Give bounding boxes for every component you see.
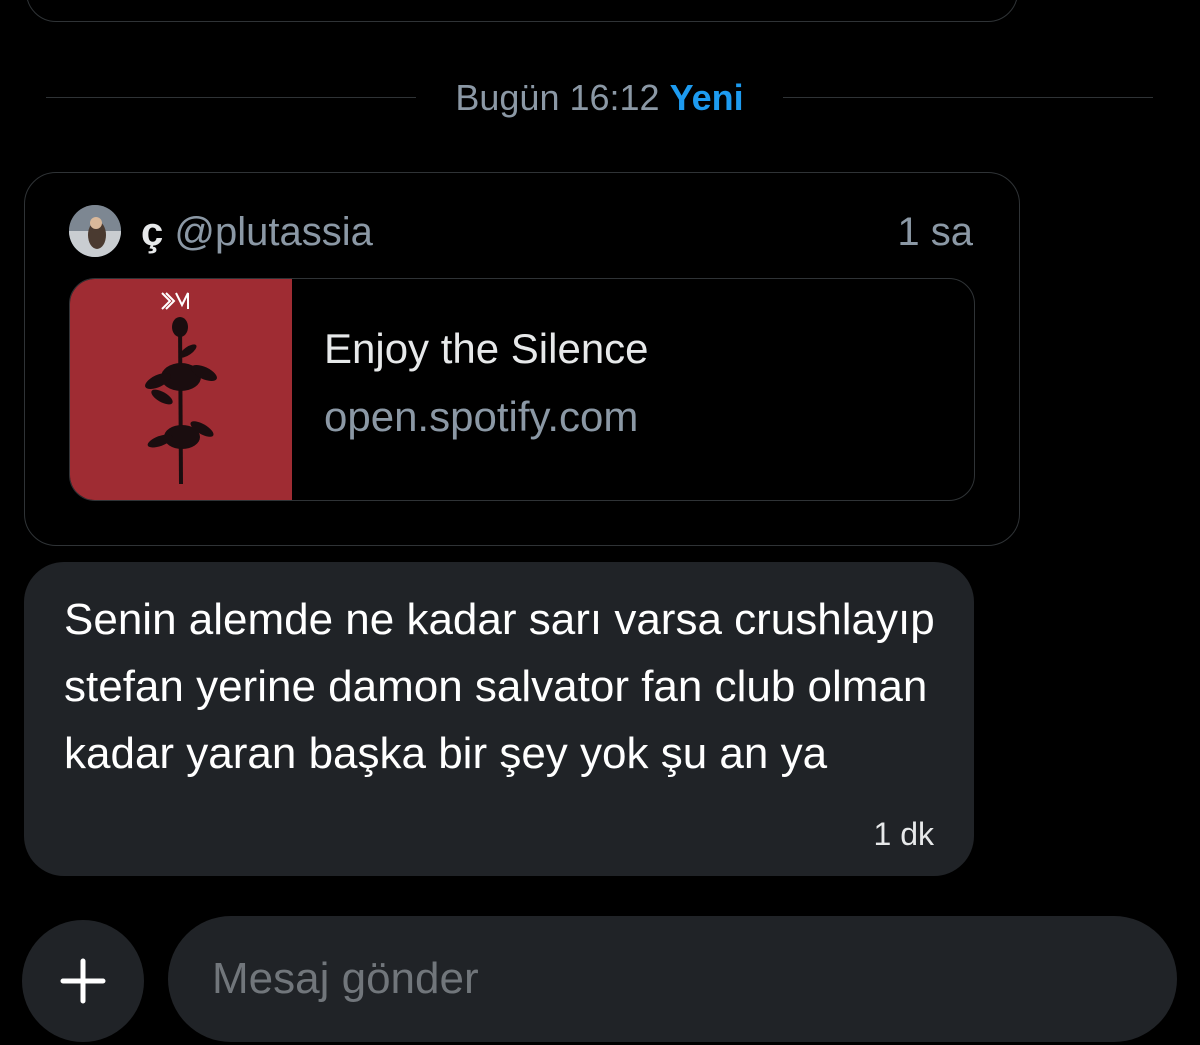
message-input[interactable] bbox=[168, 916, 1177, 1042]
link-thumbnail bbox=[70, 279, 292, 500]
avatar-image bbox=[69, 205, 121, 257]
divider-line-right bbox=[783, 97, 1153, 98]
message-timestamp: 1 dk bbox=[873, 816, 934, 852]
plus-icon bbox=[60, 958, 106, 1004]
new-messages-label: Yeni bbox=[669, 77, 744, 118]
divider-time: Bugün 16:12 bbox=[455, 77, 660, 118]
previous-message-bubble bbox=[26, 0, 1018, 22]
rose-artwork-icon bbox=[145, 292, 217, 485]
post-author[interactable]: ç @plutassia bbox=[141, 207, 373, 257]
divider-label: Bugün 16:12 Yeni bbox=[416, 76, 783, 120]
date-divider: Bugün 16:12 Yeni bbox=[0, 76, 1200, 120]
add-attachment-button[interactable] bbox=[22, 920, 144, 1042]
shared-post-card[interactable]: ç @plutassia 1 sa Enjoy the Silence open… bbox=[24, 172, 1020, 546]
avatar[interactable] bbox=[69, 205, 121, 257]
post-timestamp: 1 sa bbox=[897, 210, 973, 254]
author-name: ç bbox=[141, 210, 164, 254]
divider-line-left bbox=[46, 97, 416, 98]
link-domain: open.spotify.com bbox=[324, 393, 639, 440]
link-title: Enjoy the Silence bbox=[324, 325, 649, 372]
message-text: Senin alemde ne kadar sarı varsa crushla… bbox=[64, 595, 935, 778]
author-handle: @plutassia bbox=[174, 210, 373, 254]
message-bubble[interactable]: Senin alemde ne kadar sarı varsa crushla… bbox=[24, 562, 974, 876]
link-preview-card[interactable]: Enjoy the Silence open.spotify.com bbox=[69, 278, 975, 501]
